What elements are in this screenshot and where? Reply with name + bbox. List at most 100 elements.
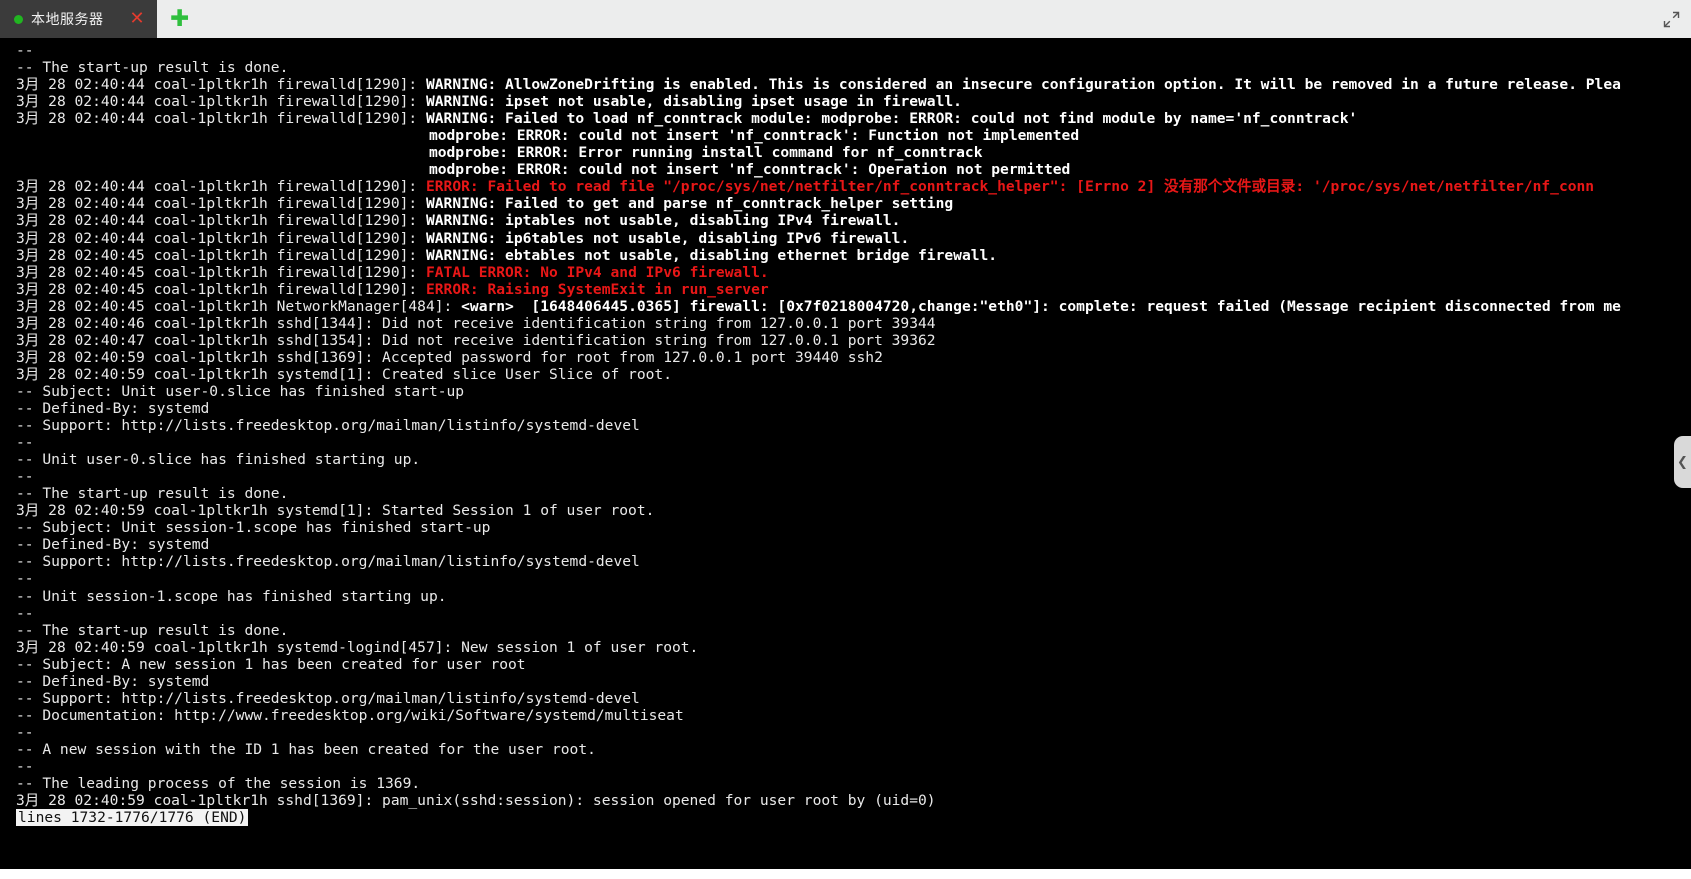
terminal-line: -- The start-up result is done. [16, 622, 1691, 639]
terminal-line: -- [16, 758, 1691, 775]
terminal-text-segment: modprobe: ERROR: could not insert 'nf_co… [16, 161, 1071, 179]
tab-local-server[interactable]: 本地服务器 ✕ [0, 0, 157, 38]
window-bottom-strip [0, 869, 1691, 879]
terminal-line: 3月 28 02:40:45 coal-1pltkr1h firewalld[1… [16, 281, 1691, 298]
terminal-text-segment: 3月 28 02:40:59 coal-1pltkr1h systemd[1]:… [16, 365, 672, 383]
terminal-line: 3月 28 02:40:59 coal-1pltkr1h systemd-log… [16, 639, 1691, 656]
terminal-line: -- Subject: Unit session-1.scope has fin… [16, 519, 1691, 536]
terminal-line: -- The start-up result is done. [16, 59, 1691, 76]
fullscreen-icon[interactable] [1651, 0, 1691, 38]
terminal-line: -- Documentation: http://www.freedesktop… [16, 707, 1691, 724]
terminal-line: -- [16, 724, 1691, 741]
terminal-text-segment: -- [16, 42, 34, 59]
terminal-text-segment: 3月 28 02:40:44 coal-1pltkr1h firewalld[1… [16, 195, 426, 213]
terminal-line: -- Support: http://lists.freedesktop.org… [16, 417, 1691, 434]
terminal-text-segment: -- [16, 434, 34, 452]
terminal-text-segment: -- Subject: A new session 1 has been cre… [16, 655, 526, 673]
terminal-panel: -- -- The start-up result is done. 3月 28 0… [0, 38, 1691, 879]
terminal-line: -- The leading process of the session is… [16, 775, 1691, 792]
pager-status-line: lines 1732-1776/1776 (END) [16, 809, 249, 827]
terminal-line: -- [16, 605, 1691, 622]
terminal-line: -- Defined-By: systemd [16, 673, 1691, 690]
terminal-line: 3月 28 02:40:47 coal-1pltkr1h sshd[1354]:… [16, 332, 1691, 349]
terminal-line: 3月 28 02:40:44 coal-1pltkr1h firewalld[1… [16, 195, 1691, 212]
terminal-line: -- Support: http://lists.freedesktop.org… [16, 553, 1691, 570]
new-tab-plus-icon[interactable]: ✚ [157, 0, 203, 38]
terminal-line: 3月 28 02:40:44 coal-1pltkr1h firewalld[1… [16, 212, 1691, 229]
terminal-text-segment: WARNING: ipset not usable, disabling ips… [425, 93, 962, 111]
terminal-text-segment: modprobe: ERROR: could not insert 'nf_co… [16, 127, 1080, 145]
terminal-line: -- Defined-By: systemd [16, 400, 1691, 417]
close-icon[interactable]: ✕ [130, 10, 145, 28]
terminal-line: 3月 28 02:40:59 coal-1pltkr1h sshd[1369]:… [16, 349, 1691, 366]
terminal-text-segment: 3月 28 02:40:45 coal-1pltkr1h firewalld[1… [16, 263, 426, 281]
terminal-text-segment: 3月 28 02:40:59 coal-1pltkr1h systemd-log… [16, 638, 699, 656]
terminal-text-segment: -- [16, 604, 34, 622]
terminal-text-segment: -- [16, 723, 34, 741]
terminal-text-segment: -- Defined-By: systemd [16, 536, 210, 554]
terminal-text-segment: -- Documentation: http://www.freedesktop… [16, 706, 684, 724]
terminal-line: -- Subject: A new session 1 has been cre… [16, 656, 1691, 673]
terminal-line: -- [16, 42, 1691, 59]
terminal-text-segment: 3月 28 02:40:44 coal-1pltkr1h firewalld[1… [16, 93, 426, 111]
terminal-text-segment: -- The leading process of the session is… [16, 775, 421, 793]
terminal-text-segment: -- [16, 468, 34, 486]
terminal-text-segment: 3月 28 02:40:59 coal-1pltkr1h systemd[1]:… [16, 502, 655, 520]
terminal-text-segment: -- Unit session-1.scope has finished sta… [16, 587, 447, 605]
terminal-line: 3月 28 02:40:44 coal-1pltkr1h firewalld[1… [16, 93, 1691, 110]
terminal-line: -- Support: http://lists.freedesktop.org… [16, 690, 1691, 707]
terminal-line: 3月 28 02:40:44 coal-1pltkr1h firewalld[1… [16, 110, 1691, 127]
terminal-text-segment: -- [16, 757, 34, 775]
terminal-line: modprobe: ERROR: could not insert 'nf_co… [16, 161, 1691, 178]
terminal-line: -- [16, 434, 1691, 451]
terminal-text-segment: -- Subject: Unit user-0.slice has finish… [16, 382, 465, 400]
terminal-line: 3月 28 02:40:44 coal-1pltkr1h firewalld[1… [16, 178, 1691, 195]
terminal-text-segment: ERROR: Failed to read file "/proc/sys/ne… [425, 178, 1595, 196]
terminal-line: 3月 28 02:40:59 coal-1pltkr1h systemd[1]:… [16, 366, 1691, 383]
terminal-text-segment: -- The start-up result is done. [16, 621, 289, 639]
terminal-output[interactable]: -- -- The start-up result is done. 3月 28 0… [0, 38, 1691, 869]
terminal-line: 3月 28 02:40:45 coal-1pltkr1h NetworkMana… [16, 298, 1691, 315]
terminal-app-window: 本地服务器 ✕ ✚ -- -- The start-up result is do… [0, 0, 1691, 879]
terminal-text-segment: -- Subject: Unit session-1.scope has fin… [16, 519, 491, 537]
terminal-text-segment: 3月 28 02:40:44 coal-1pltkr1h firewalld[1… [16, 229, 426, 247]
terminal-line: -- [16, 468, 1691, 485]
terminal-text-segment: -- Defined-By: systemd [16, 672, 210, 690]
terminal-text-segment: WARNING: ebtables not usable, disabling … [425, 246, 998, 264]
tab-bar: 本地服务器 ✕ ✚ [0, 0, 1691, 39]
terminal-text-segment: WARNING: ip6tables not usable, disabling… [425, 229, 910, 247]
terminal-line: 3月 28 02:40:45 coal-1pltkr1h firewalld[1… [16, 247, 1691, 264]
tab-bar-spacer [203, 0, 1651, 38]
terminal-text-segment: -- Support: http://lists.freedesktop.org… [16, 689, 640, 707]
terminal-text-segment: -- [16, 570, 34, 588]
terminal-text-segment: -- Support: http://lists.freedesktop.org… [16, 417, 640, 435]
terminal-line: 3月 28 02:40:59 coal-1pltkr1h systemd[1]:… [16, 502, 1691, 519]
terminal-text-segment: FATAL ERROR: No IPv4 and IPv6 firewall. [425, 263, 769, 281]
terminal-text-segment: 3月 28 02:40:47 coal-1pltkr1h sshd[1354]:… [16, 331, 936, 349]
terminal-line: -- Defined-By: systemd [16, 536, 1691, 553]
terminal-line: 3月 28 02:40:46 coal-1pltkr1h sshd[1344]:… [16, 315, 1691, 332]
terminal-text-segment: 3月 28 02:40:45 coal-1pltkr1h firewalld[1… [16, 246, 426, 264]
terminal-text-segment: WARNING: Failed to load nf_conntrack mod… [425, 110, 1358, 128]
terminal-line: 3月 28 02:40:44 coal-1pltkr1h firewalld[1… [16, 76, 1691, 93]
terminal-text-segment: 3月 28 02:40:45 coal-1pltkr1h firewalld[1… [16, 280, 426, 298]
terminal-text-segment: -- Support: http://lists.freedesktop.org… [16, 553, 640, 571]
terminal-text-segment: 3月 28 02:40:44 coal-1pltkr1h firewalld[1… [16, 178, 426, 196]
terminal-line: -- Unit user-0.slice has finished starti… [16, 451, 1691, 468]
terminal-text-segment: WARNING: Failed to get and parse nf_conn… [425, 195, 954, 213]
terminal-text-segment: WARNING: AllowZoneDrifting is enabled. T… [425, 76, 1621, 94]
terminal-line: -- The start-up result is done. [16, 485, 1691, 502]
terminal-line: 3月 28 02:40:45 coal-1pltkr1h firewalld[1… [16, 264, 1691, 281]
chevron-left-icon: ❮ [1677, 454, 1688, 470]
terminal-text-segment: -- Defined-By: systemd [16, 399, 210, 417]
side-drawer-toggle[interactable]: ❮ [1674, 436, 1691, 488]
tab-label: 本地服务器 [31, 11, 104, 27]
terminal-text-segment: 3月 28 02:40:46 coal-1pltkr1h sshd[1344]:… [16, 314, 936, 332]
terminal-text-segment: 3月 28 02:40:44 coal-1pltkr1h firewalld[1… [16, 212, 426, 230]
terminal-line: -- A new session with the ID 1 has been … [16, 741, 1691, 758]
terminal-lines: -- -- The start-up result is done. 3月 28 0… [16, 42, 1691, 809]
terminal-line: -- Subject: Unit user-0.slice has finish… [16, 383, 1691, 400]
terminal-line: modprobe: ERROR: could not insert 'nf_co… [16, 127, 1691, 144]
terminal-line: 3月 28 02:40:44 coal-1pltkr1h firewalld[1… [16, 230, 1691, 247]
terminal-text-segment: 3月 28 02:40:59 coal-1pltkr1h sshd[1369]:… [16, 792, 936, 810]
